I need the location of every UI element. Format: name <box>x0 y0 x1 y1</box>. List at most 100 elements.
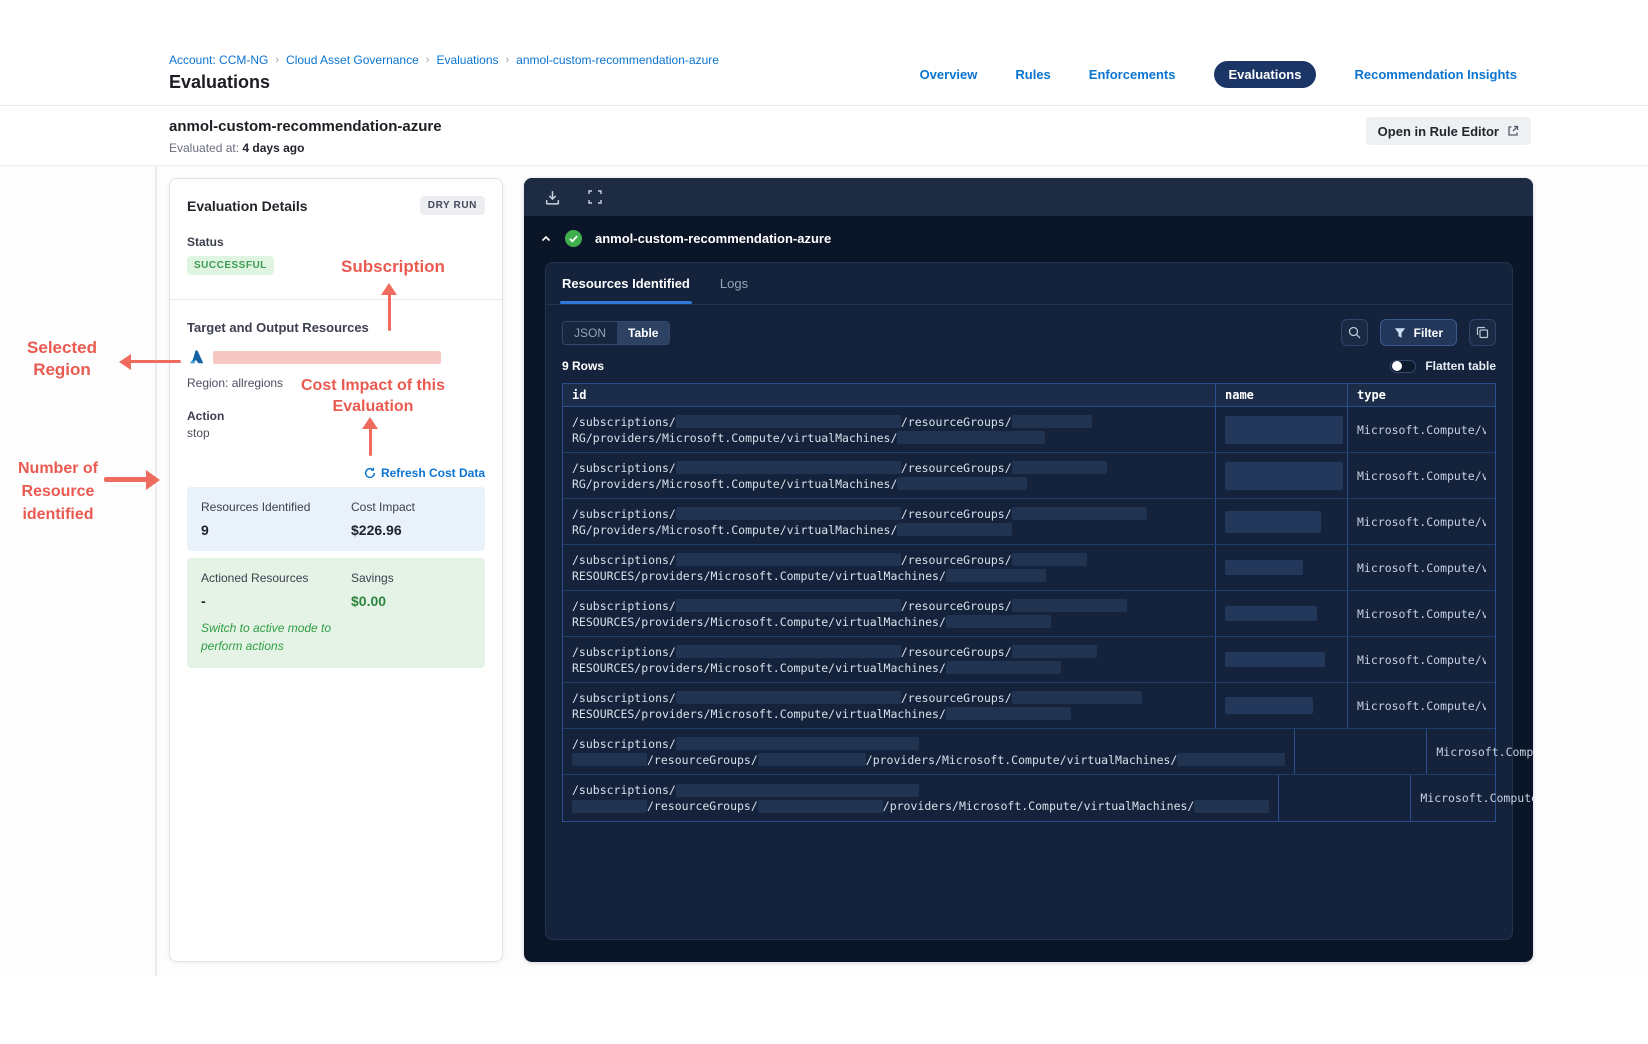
annotation-selected-region-arrow <box>129 360 181 363</box>
refresh-cost-data-label: Refresh Cost Data <box>380 466 485 480</box>
breadcrumb-current[interactable]: anmol-custom-recommendation-azure <box>516 53 719 67</box>
column-header-name: name <box>1215 384 1347 406</box>
search-icon <box>1348 326 1361 339</box>
redacted-value <box>1194 799 1270 813</box>
table-row: /subscriptions//resourceGroups//provider… <box>563 775 1533 821</box>
download-icon[interactable] <box>544 189 561 206</box>
annotation-subscription-arrow <box>388 293 391 331</box>
refresh-cost-data-link[interactable]: Refresh Cost Data <box>187 466 485 480</box>
evaluation-collapse-row[interactable]: anmol-custom-recommendation-azure <box>524 216 1533 259</box>
cell-id: /subscriptions//resourceGroups//provider… <box>563 729 1294 774</box>
copy-icon <box>1476 326 1489 339</box>
nav-enforcements[interactable]: Enforcements <box>1089 67 1176 82</box>
redacted-value <box>1011 461 1107 474</box>
nav-recommendation-insights[interactable]: Recommendation Insights <box>1354 67 1517 82</box>
redacted-name <box>1225 652 1325 667</box>
rows-info-row: 9 Rows Flatten table <box>562 359 1496 373</box>
actioned-stats-box: Actioned Resources Savings - $0.00 Switc… <box>187 558 485 668</box>
page-title: Evaluations <box>169 72 271 92</box>
cell-name <box>1294 729 1426 774</box>
annotation-subscription: Subscription <box>341 257 445 276</box>
redacted-value <box>757 753 866 766</box>
cell-type: Microsoft.Compute/virtu <box>1426 729 1533 774</box>
redacted-value <box>572 753 647 766</box>
cell-type: Microsoft.Compute/virtu <box>1347 683 1495 728</box>
cell-name <box>1215 499 1347 544</box>
status-badge: SUCCESSFUL <box>187 256 274 275</box>
cell-type: Microsoft.Compute/virtu <box>1347 637 1495 682</box>
breadcrumb: Account: CCM-NG › Cloud Asset Governance… <box>169 53 719 67</box>
cell-name <box>1278 775 1410 821</box>
redacted-value <box>1011 645 1097 658</box>
page: Account: CCM-NG › Cloud Asset Governance… <box>0 0 1648 1044</box>
card-divider <box>170 299 502 300</box>
redacted-value <box>675 415 901 428</box>
redacted-name <box>1225 510 1321 533</box>
redacted-value <box>1011 415 1092 428</box>
actioned-resources-label: Actioned Resources <box>201 571 309 585</box>
cell-type: Microsoft.Compute/virtu <box>1347 453 1495 498</box>
cell-id: /subscriptions//resourceGroups/RESOURCES… <box>563 545 1215 590</box>
redacted-value <box>945 615 1051 628</box>
evaluated-at-value: 4 days ago <box>242 141 305 155</box>
cell-id: /subscriptions//resourceGroups//provider… <box>563 775 1278 821</box>
active-mode-note: Switch to active mode to perform actions <box>201 621 332 653</box>
cell-type: Microsoft.Compute/virtu <box>1410 775 1533 821</box>
cell-name <box>1215 407 1347 452</box>
breadcrumb-account[interactable]: Account: CCM-NG <box>169 53 268 67</box>
redacted-value <box>897 477 1028 490</box>
table-row: /subscriptions//resourceGroups/RESOURCES… <box>563 683 1495 729</box>
cell-type: Microsoft.Compute/virtu <box>1347 499 1495 544</box>
breadcrumb-evaluations[interactable]: Evaluations <box>436 53 498 67</box>
resources-table: id name type /subscriptions//resourceGro… <box>562 383 1533 822</box>
column-header-id: id <box>572 388 587 402</box>
tab-resources-identified[interactable]: Resources Identified <box>560 263 692 304</box>
fullscreen-icon[interactable] <box>587 189 604 206</box>
cell-id: /subscriptions//resourceGroups/RESOURCES… <box>563 637 1215 682</box>
annotation-selected-region: Selected Region <box>27 338 97 380</box>
table-row: /subscriptions//resourceGroups/RESOURCES… <box>563 591 1495 637</box>
view-toggle: JSON Table <box>562 320 671 345</box>
tab-logs[interactable]: Logs <box>718 263 750 304</box>
annotation-resources-count-arrow <box>104 477 148 482</box>
view-toggle-table[interactable]: Table <box>617 321 670 344</box>
breadcrumb-governance[interactable]: Cloud Asset Governance <box>286 53 419 67</box>
redacted-value <box>897 523 1013 536</box>
redacted-value <box>1177 753 1286 766</box>
redacted-value <box>572 799 647 813</box>
redacted-value <box>675 599 901 612</box>
search-button[interactable] <box>1340 319 1368 346</box>
chevron-up-icon[interactable] <box>540 233 552 245</box>
filter-funnel-icon <box>1394 327 1406 339</box>
savings-value: $0.00 <box>351 593 387 609</box>
table-body: /subscriptions//resourceGroups/RG/provid… <box>563 407 1533 821</box>
toggle-switch-icon[interactable] <box>1390 359 1417 373</box>
top-nav: Overview Rules Enforcements Evaluations … <box>920 61 1517 88</box>
redacted-value <box>1011 599 1127 612</box>
view-toggle-json[interactable]: JSON <box>563 321 618 344</box>
action-value: stop <box>187 426 210 440</box>
filter-button[interactable]: Filter <box>1379 319 1457 346</box>
redacted-name <box>1225 560 1303 575</box>
open-rule-editor-button[interactable]: Open in Rule Editor <box>1365 117 1531 145</box>
redacted-value <box>1011 691 1142 704</box>
table-row: /subscriptions//resourceGroups//provider… <box>563 729 1533 775</box>
redacted-value <box>675 645 901 658</box>
refresh-icon <box>364 467 376 479</box>
column-header-type: type <box>1347 384 1495 406</box>
top-bar: Account: CCM-NG › Cloud Asset Governance… <box>0 0 1648 106</box>
cell-id: /subscriptions//resourceGroups/RG/provid… <box>563 407 1215 452</box>
evaluated-at: Evaluated at: 4 days ago <box>169 141 304 155</box>
redacted-value <box>945 569 1046 582</box>
nav-overview[interactable]: Overview <box>920 67 978 82</box>
cell-id: /subscriptions//resourceGroups/RG/provid… <box>563 499 1215 544</box>
flatten-table-toggle[interactable]: Flatten table <box>1390 359 1496 373</box>
nav-rules[interactable]: Rules <box>1015 67 1050 82</box>
cell-id: /subscriptions//resourceGroups/RG/provid… <box>563 453 1215 498</box>
copy-button[interactable] <box>1469 319 1496 346</box>
sub-header: anmol-custom-recommendation-azure Evalua… <box>0 106 1648 166</box>
resources-identified-label: Resources Identified <box>201 500 311 514</box>
redacted-value <box>945 661 1061 674</box>
nav-evaluations[interactable]: Evaluations <box>1213 61 1317 88</box>
cell-id: /subscriptions//resourceGroups/RESOURCES… <box>563 683 1215 728</box>
